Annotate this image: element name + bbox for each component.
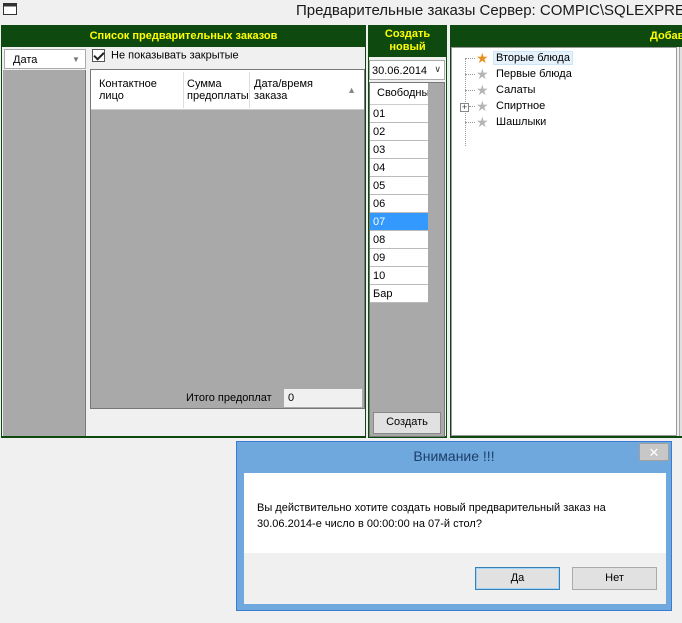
table-row[interactable]: 02 [370, 123, 428, 141]
column-header-contact[interactable]: Контактное лицо [99, 78, 179, 102]
dialog-title: Внимание !!! [413, 448, 495, 464]
chevron-down-icon: ∨ [434, 64, 441, 74]
free-tables-rows: 01 02 03 04 05 06 07 08 09 10 Бар [370, 105, 428, 303]
yes-button[interactable]: Да [475, 567, 560, 590]
add-panel-header: Добавить [450, 25, 682, 47]
confirm-dialog: Внимание !!! ✕ Вы действительно хотите с… [236, 441, 672, 611]
window-title: Предварительные заказы Сервер: COMPIC\SQ… [296, 2, 682, 19]
total-prepayments-label: Итого предоплат [186, 392, 272, 404]
orders-panel-body: Дата ▼ Не показывать закрытые Контактное… [2, 47, 365, 436]
orders-grid-header: Контактное лицо Сумма предоплаты Дата/вр… [91, 70, 364, 110]
orders-panel-header: Список предварительных заказов [1, 25, 366, 47]
dialog-message: Вы действительно хотите создать новый пр… [257, 500, 657, 532]
tree-item-label: Шашлыки [496, 116, 547, 128]
table-row[interactable]: 05 [370, 177, 428, 195]
app-window-icon [3, 3, 17, 15]
table-row[interactable]: 04 [370, 159, 428, 177]
create-panel-body: 30.06.2014 ∨ Свободные 01020304050607080… [369, 57, 446, 437]
order-date-value: 30.06.2014 [372, 65, 428, 77]
total-prepayments-field: 0 [283, 388, 363, 408]
create-panel-header: Создать новый [368, 25, 447, 57]
orders-panel: Список предварительных заказов Дата ▼ Не… [1, 25, 366, 438]
hide-closed-checkbox[interactable]: Не показывать закрытые [92, 49, 239, 62]
column-header-datetime[interactable]: Дата/время заказа [254, 78, 349, 102]
dialog-footer: Да Нет [244, 553, 666, 604]
order-date-picker[interactable]: 30.06.2014 ∨ [369, 60, 445, 80]
checkbox-checked-icon[interactable] [92, 49, 105, 62]
date-filter-dropdown[interactable]: Дата ▼ [4, 49, 86, 69]
create-button[interactable]: Создать [373, 412, 441, 434]
dialog-message-line: Вы действительно хотите создать новый пр… [257, 502, 606, 514]
star-icon: ★ [476, 82, 489, 98]
table-row[interactable]: 09 [370, 249, 428, 267]
table-row[interactable]: 07 [370, 213, 428, 231]
column-divider [249, 72, 250, 108]
tree-connector [465, 90, 475, 91]
dialog-body: Вы действительно хотите создать новый пр… [244, 473, 666, 553]
table-row[interactable]: 06 [370, 195, 428, 213]
star-icon: ★ [476, 98, 489, 114]
table-row[interactable]: 03 [370, 141, 428, 159]
free-tables-list[interactable]: Свободные 01020304050607080910Бар [369, 82, 445, 437]
no-button[interactable]: Нет [572, 567, 657, 590]
title-bar: Предварительные заказы Сервер: COMPIC\SQ… [0, 0, 682, 24]
tree-item-label: Вторые блюда [493, 51, 573, 65]
close-icon[interactable]: ✕ [639, 443, 669, 461]
orders-grid[interactable]: Контактное лицо Сумма предоплаты Дата/вр… [90, 69, 365, 409]
date-list[interactable] [3, 70, 86, 436]
tree-item-label: Салаты [496, 84, 536, 96]
table-row[interactable]: 10 [370, 267, 428, 285]
add-panel: Добавить + ★ Вторые блюда ★ Первые блюда… [450, 25, 682, 438]
table-row[interactable]: 08 [370, 231, 428, 249]
tree-connector [469, 106, 475, 107]
star-icon: ★ [476, 50, 489, 66]
tree-connector [465, 58, 475, 59]
free-tables-header: Свободные [370, 83, 428, 105]
column-header-sum[interactable]: Сумма предоплаты [187, 78, 249, 102]
date-filter-value: Дата [13, 54, 38, 66]
chevron-down-icon: ▼ [72, 55, 80, 64]
add-panel-body: + ★ Вторые блюда ★ Первые блюда ★ Салаты… [451, 47, 682, 436]
tree-expand-icon[interactable]: + [460, 103, 469, 112]
table-row[interactable]: 01 [370, 105, 428, 123]
tree-item-label: Первые блюда [496, 68, 572, 80]
hide-closed-label: Не показывать закрытые [111, 49, 239, 62]
tree-connector [465, 74, 475, 75]
tree-item-label: Спиртное [496, 100, 546, 112]
create-panel: Создать новый 30.06.2014 ∨ Свободные 010… [368, 25, 447, 438]
star-icon: ★ [476, 114, 489, 130]
column-divider [183, 72, 184, 108]
star-icon: ★ [476, 66, 489, 82]
sort-ascending-icon: ▲ [347, 85, 356, 95]
menu-category-tree[interactable]: + ★ Вторые блюда ★ Первые блюда ★ Салаты… [451, 47, 677, 436]
tree-connector [465, 122, 475, 123]
dialog-message-line: 30.06.2014-е число в 00:00:00 на 07-й ст… [257, 518, 482, 530]
table-row[interactable]: Бар [370, 285, 428, 303]
